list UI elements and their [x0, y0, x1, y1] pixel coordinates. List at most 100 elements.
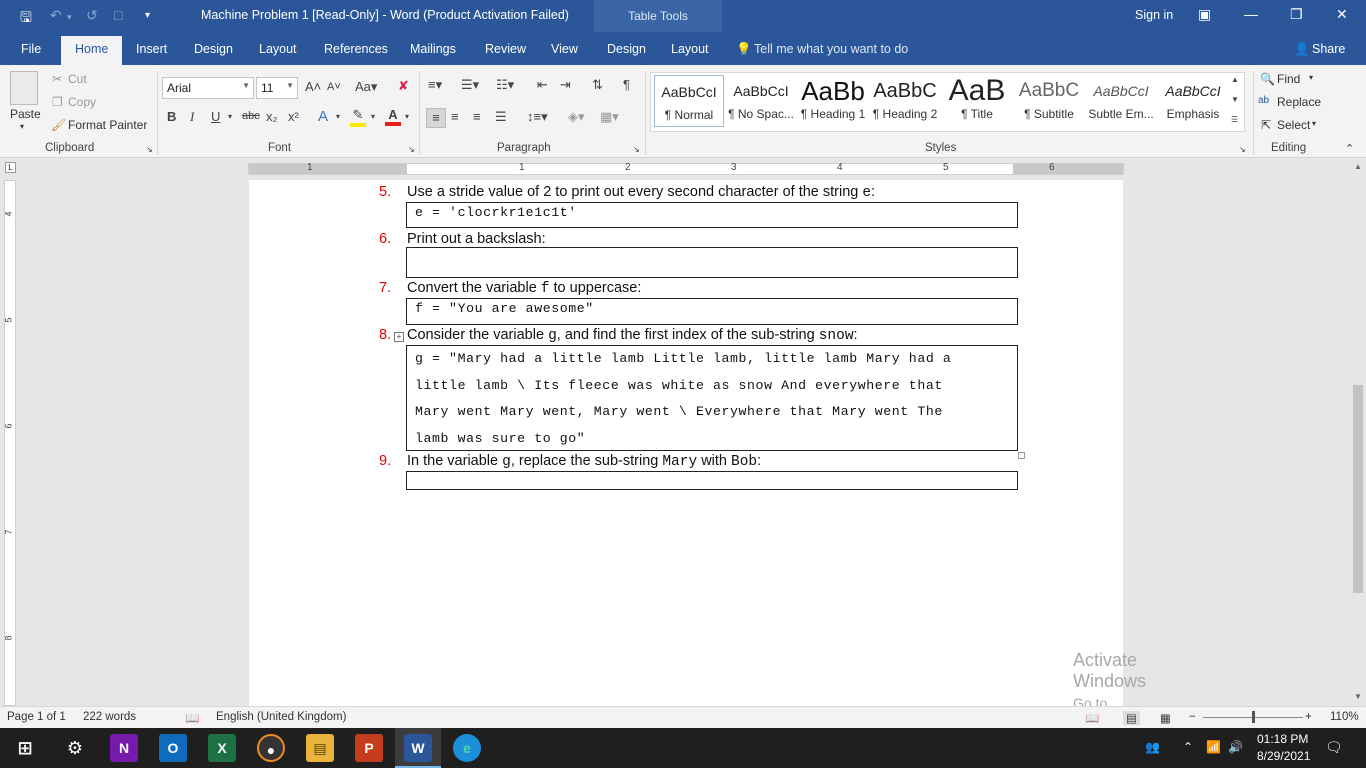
- format-painter-button[interactable]: Format Painter: [68, 118, 147, 132]
- clear-formatting-icon[interactable]: ✘: [398, 78, 409, 94]
- ribbon-display-options-icon[interactable]: ▣: [1198, 6, 1211, 23]
- tab-selector-icon[interactable]: L: [5, 162, 16, 173]
- style-no-spacing[interactable]: AaBbCcI ¶ No Spac...: [726, 75, 796, 127]
- font-color-icon[interactable]: A: [385, 107, 401, 126]
- proofing-icon[interactable]: 📖: [185, 711, 199, 725]
- font-color-dropdown-icon[interactable]: ▾: [405, 112, 409, 121]
- styles-launcher-icon[interactable]: ↘: [1239, 145, 1246, 154]
- redo-icon[interactable]: ↺: [86, 7, 98, 24]
- clock-time[interactable]: 01:18 PM: [1257, 732, 1308, 746]
- save-icon[interactable]: 🖫: [20, 7, 32, 31]
- notifications-icon[interactable]: 🗨: [1325, 739, 1343, 756]
- style-heading-1[interactable]: AaBb ¶ Heading 1: [798, 75, 868, 127]
- text-effects-dropdown-icon[interactable]: ▾: [336, 112, 340, 121]
- sign-in-link[interactable]: Sign in: [1135, 8, 1173, 22]
- answer-box-9[interactable]: [406, 471, 1018, 490]
- underline-dropdown-icon[interactable]: ▾: [228, 112, 232, 121]
- replace-button[interactable]: Replace: [1277, 95, 1321, 109]
- answer-box-8[interactable]: g = "Mary had a little lamb Little lamb,…: [406, 345, 1018, 451]
- table-move-handle-icon[interactable]: +: [394, 332, 404, 342]
- multilevel-list-icon[interactable]: ☷▾: [496, 77, 514, 93]
- tab-table-layout[interactable]: Layout: [671, 42, 709, 56]
- language-indicator[interactable]: English (United Kingdom): [216, 711, 346, 723]
- edge-icon[interactable]: e: [453, 734, 481, 762]
- font-family-combo[interactable]: Arial ▼: [162, 77, 254, 99]
- word-count[interactable]: 222 words: [83, 711, 136, 723]
- shrink-font-icon[interactable]: A˅: [327, 81, 341, 93]
- close-button[interactable]: ✕: [1336, 6, 1348, 23]
- change-case-icon[interactable]: Aa▾: [355, 79, 377, 95]
- customize-qat-icon[interactable]: ▾: [145, 10, 150, 21]
- style-emphasis[interactable]: AaBbCcI Emphasis: [1158, 75, 1228, 127]
- question-9-text[interactable]: In the variable g, replace the sub-strin…: [407, 453, 761, 470]
- find-button[interactable]: Find: [1277, 72, 1300, 86]
- bullets-icon[interactable]: ≡▾: [428, 77, 442, 93]
- borders-icon[interactable]: ▦▾: [600, 109, 619, 125]
- web-layout-icon[interactable]: ▦: [1160, 711, 1171, 725]
- show-hidden-icons-icon[interactable]: ⌃: [1183, 740, 1193, 754]
- italic-button[interactable]: I: [190, 109, 194, 125]
- volume-icon[interactable]: 🔊: [1228, 740, 1243, 754]
- zoom-slider-thumb[interactable]: [1252, 711, 1255, 723]
- outlook-icon[interactable]: O: [159, 734, 187, 762]
- numbering-icon[interactable]: ☰▾: [461, 77, 479, 93]
- zoom-in-icon[interactable]: +: [1305, 711, 1312, 723]
- tab-table-design[interactable]: Design: [607, 42, 646, 56]
- sort-icon[interactable]: ⇅: [592, 77, 603, 93]
- settings-icon[interactable]: ⚙: [61, 734, 89, 762]
- new-document-icon[interactable]: □: [114, 7, 122, 23]
- paste-button[interactable]: Paste: [10, 107, 41, 121]
- excel-icon[interactable]: X: [208, 734, 236, 762]
- paste-icon[interactable]: [10, 71, 38, 105]
- media-player-icon[interactable]: ●: [257, 734, 285, 762]
- decrease-indent-icon[interactable]: ⇤: [537, 77, 548, 93]
- document-page[interactable]: 5. Use a stride value of 2 to print out …: [249, 180, 1146, 706]
- zoom-out-icon[interactable]: −: [1189, 711, 1196, 723]
- style-heading-2[interactable]: AaBbC ¶ Heading 2: [870, 75, 940, 127]
- onenote-icon[interactable]: N: [110, 734, 138, 762]
- paste-dropdown-icon[interactable]: ▾: [20, 122, 24, 131]
- tell-me-search[interactable]: Tell me what you want to do: [754, 42, 908, 56]
- tab-layout[interactable]: Layout: [259, 42, 297, 56]
- select-button[interactable]: Select: [1277, 118, 1310, 132]
- grow-font-icon[interactable]: A˄: [305, 79, 321, 94]
- cut-button[interactable]: Cut: [68, 72, 87, 86]
- vertical-scrollbar[interactable]: ▲ ▼: [1350, 158, 1366, 706]
- tab-design[interactable]: Design: [194, 42, 233, 56]
- scroll-up-icon[interactable]: ▲: [1354, 162, 1362, 171]
- question-5-text[interactable]: Use a stride value of 2 to print out eve…: [407, 184, 875, 201]
- strikethrough-button[interactable]: abc: [242, 110, 260, 122]
- undo-icon[interactable]: ↶: [50, 7, 62, 24]
- undo-dropdown-icon[interactable]: ▾: [67, 12, 72, 23]
- align-right-icon[interactable]: ≡: [473, 109, 481, 124]
- question-8-text[interactable]: Consider the variable g, and find the fi…: [407, 327, 858, 344]
- scrollbar-thumb[interactable]: [1353, 385, 1363, 593]
- clock-date[interactable]: 8/29/2021: [1257, 749, 1310, 763]
- question-6-text[interactable]: Print out a backslash:: [407, 231, 546, 247]
- question-7-text[interactable]: Convert the variable f to uppercase:: [407, 280, 641, 297]
- gallery-up-icon[interactable]: ▲: [1231, 75, 1239, 84]
- gallery-more-icon[interactable]: ☰: [1231, 115, 1238, 124]
- print-layout-icon[interactable]: ▤: [1123, 711, 1140, 725]
- find-dropdown-icon[interactable]: ▾: [1309, 73, 1313, 82]
- shading-icon[interactable]: ◈▾: [568, 109, 585, 125]
- justify-icon[interactable]: ☰: [495, 109, 507, 125]
- read-mode-icon[interactable]: 📖: [1085, 711, 1099, 725]
- highlight-dropdown-icon[interactable]: ▾: [371, 112, 375, 121]
- restore-button[interactable]: ❐: [1290, 6, 1303, 23]
- tab-home[interactable]: Home: [61, 36, 123, 65]
- font-size-combo[interactable]: 11 ▼: [256, 77, 298, 99]
- table-resize-handle-icon[interactable]: [1018, 452, 1025, 459]
- increase-indent-icon[interactable]: ⇥: [560, 77, 571, 93]
- word-icon[interactable]: W: [404, 734, 432, 762]
- paragraph-launcher-icon[interactable]: ↘: [633, 145, 640, 154]
- style-title[interactable]: AaB ¶ Title: [942, 75, 1012, 127]
- underline-button[interactable]: U: [211, 109, 220, 124]
- clipboard-launcher-icon[interactable]: ↘: [146, 145, 153, 154]
- line-spacing-icon[interactable]: ↕≡▾: [527, 109, 548, 125]
- minimize-button[interactable]: —: [1244, 6, 1258, 22]
- tab-file[interactable]: File: [21, 42, 41, 56]
- style-subtitle[interactable]: AaBbC ¶ Subtitle: [1014, 75, 1084, 127]
- select-dropdown-icon[interactable]: ▾: [1312, 119, 1316, 128]
- tab-references[interactable]: References: [324, 42, 388, 56]
